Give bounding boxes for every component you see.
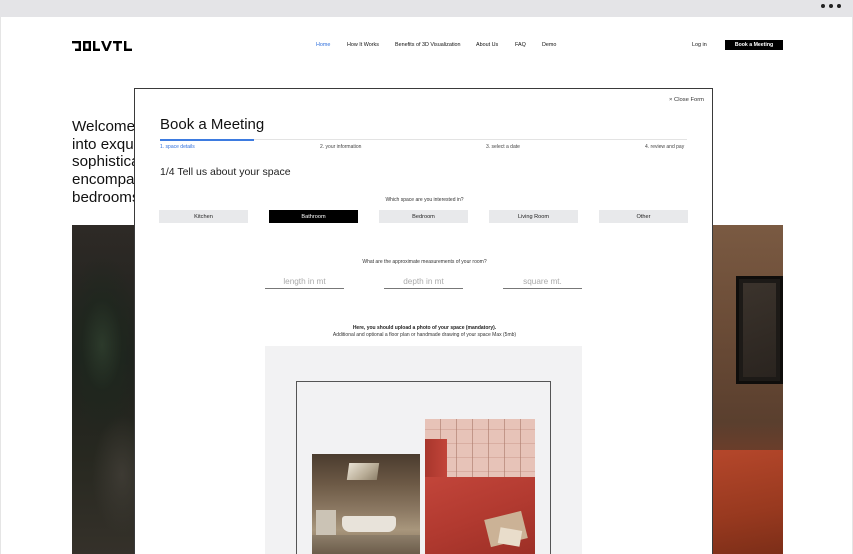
hero-heading: Welcome into exqu sophistica encompa bed… [72,118,140,207]
close-form-button[interactable]: × Close Form [669,97,704,103]
space-question: Which space are you interested in? [385,197,464,203]
login-link[interactable]: Log in [692,42,707,48]
step-your-information[interactable]: 2. your information [320,144,361,150]
hero-line: into exqu [72,135,134,153]
step-space-details[interactable]: 1. space details [160,144,195,150]
progress-fill [160,138,254,141]
bathroom-photo-skylight [312,454,420,554]
nav-faq[interactable]: FAQ [515,42,526,48]
upload-title: Here, you should upload a photo of your … [352,325,497,331]
browser-toolbar [0,0,853,17]
depth-input[interactable] [384,274,463,289]
hero-image-left [72,225,136,554]
nav-home[interactable]: Home [316,42,330,48]
nav-benefits[interactable]: Benefits of 3D Visualization [395,42,461,48]
upload-subtitle: Additional and optional a floor plan or … [332,332,517,338]
hero-line: Welcome [72,118,136,135]
step-review-pay[interactable]: 4. review and pay [645,144,684,150]
modal-title: Book a Meeting [160,116,265,133]
wall-art-image [736,276,783,384]
nav-demo[interactable]: Demo [542,42,556,48]
hero-line: sophistica [72,153,140,171]
space-option-living-room[interactable]: Living Room [489,210,578,223]
hero-line: encompa [72,171,135,189]
space-option-kitchen[interactable]: Kitchen [159,210,248,223]
booking-modal: × Close Form Book a Meeting 1. space det… [134,88,713,554]
nav-about-us[interactable]: About Us [476,42,498,48]
measure-question: What are the approximate measurements of… [362,259,487,265]
space-option-bathroom[interactable]: Bathroom [269,210,358,223]
square-meters-input[interactable] [503,274,582,289]
photo-upload-dropzone[interactable] [265,346,582,554]
nav-how-it-works[interactable]: How It Works [347,42,379,48]
space-option-other[interactable]: Other [599,210,688,223]
hero-line: bedrooms [72,188,140,206]
step-select-date[interactable]: 3. select a date [486,144,520,150]
bathroom-photo-red-tiles [425,419,535,554]
more-dots-icon[interactable] [821,4,841,8]
length-input[interactable] [265,274,344,289]
book-meeting-button[interactable]: Book a Meeting [725,40,783,50]
section-title: 1/4 Tell us about your space [160,166,291,178]
space-option-bedroom[interactable]: Bedroom [379,210,468,223]
bed-blanket-image [712,450,783,554]
